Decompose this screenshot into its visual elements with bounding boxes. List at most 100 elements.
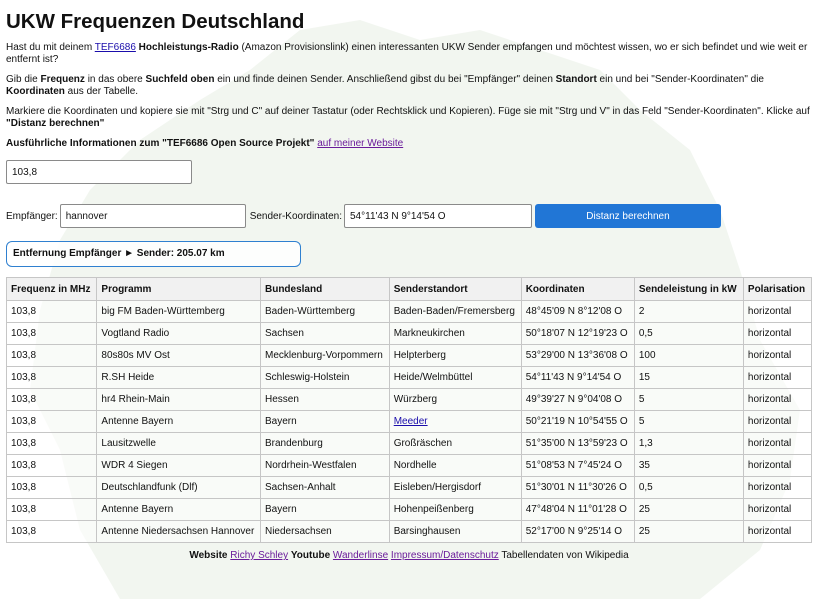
table-cell: horizontal <box>742 432 813 455</box>
table-cell: 50°18'07 N 12°19'23 O <box>520 322 635 345</box>
calculate-distance-button[interactable]: Distanz berechnen <box>535 204 721 228</box>
table-header-row: Frequenz in MHz Programm Bundesland Senders… <box>5 277 813 301</box>
table-cell: horizontal <box>742 388 813 411</box>
table-cell: 5 <box>633 388 744 411</box>
table-row: 103,8 Deutschlandfunk (Dlf) Sachsen-Anhalt… <box>5 476 813 499</box>
intro2-text: ein und finde deinen Sender. Anschließen… <box>214 74 556 85</box>
table-cell: 103,8 <box>5 366 98 389</box>
table-cell: 54°11'43 N 9°14'54 O <box>520 366 635 389</box>
distance-result: Entfernung Empfänger ► Sender: 205.07 km <box>6 241 301 267</box>
table-cell: big FM Baden-Württemberg <box>96 300 261 323</box>
column-header: Sendeleistung in kW <box>633 277 744 301</box>
table-row: 103,8 WDR 4 Siegen Nordrhein-Westfalen Nord… <box>5 454 813 477</box>
table-cell: 0,5 <box>633 476 744 499</box>
intro2-text: aus der Tabelle. <box>64 86 139 97</box>
column-header: Senderstandort <box>388 277 522 301</box>
intro2-bold: Standort <box>555 74 597 85</box>
table-cell: horizontal <box>742 366 813 389</box>
coords-label: Sender-Koordinaten: <box>249 210 342 222</box>
intro3-bold: "Distanz berechnen" <box>6 118 105 129</box>
table-cell: 100 <box>633 344 744 367</box>
table-cell: Niedersachsen <box>259 520 390 543</box>
table-cell: Hohenpeißenberg <box>388 498 522 521</box>
table-row: 103,8 hr4 Rhein-Main Hessen Würzberg 49°39'2… <box>5 388 813 411</box>
table-cell: Meeder <box>388 410 522 433</box>
table-cell: horizontal <box>742 300 813 323</box>
intro3-text: Markiere die Koordinaten und kopiere sie… <box>6 106 810 117</box>
table-cell: 15 <box>633 366 744 389</box>
website-link[interactable]: auf meiner Website <box>317 138 403 149</box>
table-cell: 25 <box>633 520 744 543</box>
table-cell: Würzberg <box>388 388 522 411</box>
table-cell: WDR 4 Siegen <box>96 454 261 477</box>
intro2-bold: Suchfeld oben <box>145 74 215 85</box>
location-link[interactable]: Meeder <box>394 416 428 427</box>
info-paragraph: Ausführliche Informationen zum "TEF6686 … <box>6 138 812 150</box>
table-cell: 103,8 <box>5 454 98 477</box>
footer-youtube-label: Youtube <box>290 550 331 561</box>
column-header: Bundesland <box>259 277 390 301</box>
table-cell: Sachsen-Anhalt <box>259 476 390 499</box>
table-cell: 0,5 <box>633 322 744 345</box>
table-cell: Mecklenburg-Vorpommern <box>259 344 390 367</box>
table-cell: 35 <box>633 454 744 477</box>
table-row: 103,8 Lausitzwelle Brandenburg Großräschen 5… <box>5 432 813 455</box>
footer: Website Richy Schley Youtube Wanderlinse… <box>6 550 812 561</box>
column-header: Frequenz in MHz <box>5 277 98 301</box>
table-cell: 47°48'04 N 11°01'28 O <box>520 498 635 521</box>
footer-youtube-link[interactable]: Wanderlinse <box>333 550 388 561</box>
table-cell: horizontal <box>742 322 813 345</box>
table-cell: 103,8 <box>5 322 98 345</box>
table-cell: 51°08'53 N 7°45'24 O <box>520 454 635 477</box>
receiver-input[interactable] <box>59 204 246 228</box>
table-cell: 49°39'27 N 9°04'08 O <box>520 388 635 411</box>
table-cell: Antenne Niedersachsen Hannover <box>96 520 261 543</box>
table-cell: 50°21'19 N 10°54'55 O <box>520 410 635 433</box>
table-cell: Barsinghausen <box>388 520 522 543</box>
table-cell: 48°45'09 N 8°12'08 O <box>520 300 635 323</box>
table-cell: horizontal <box>742 498 813 521</box>
table-cell: Nordrhein-Westfalen <box>259 454 390 477</box>
table-row: 103,8 Antenne Bayern Bayern Meeder 50°21'19 … <box>5 410 813 433</box>
table-cell: Großräschen <box>388 432 522 455</box>
table-cell: horizontal <box>742 520 813 543</box>
frequency-search-input[interactable] <box>6 160 192 184</box>
table-cell: Hessen <box>259 388 390 411</box>
column-header: Polarisation <box>742 277 813 301</box>
table-cell: R.SH Heide <box>96 366 261 389</box>
table-row: 103,8 Antenne Niedersachsen Hannover Niede… <box>5 520 813 543</box>
table-cell: 103,8 <box>5 432 98 455</box>
table-cell: Sachsen <box>259 322 390 345</box>
table-cell: 5 <box>633 410 744 433</box>
intro2-bold: Koordinaten <box>6 86 65 97</box>
table-row: 103,8 R.SH Heide Schleswig-Holstein Heide/W… <box>5 366 813 389</box>
intro-paragraph-1: Hast du mit deinem TEF6686 Hochleistungs… <box>6 42 812 66</box>
table-cell: horizontal <box>742 454 813 477</box>
table-cell: Bayern <box>259 410 390 433</box>
table-cell: Schleswig-Holstein <box>259 366 390 389</box>
footer-impressum-link[interactable]: Impressum/Datenschutz <box>391 550 499 561</box>
table-cell: 103,8 <box>5 520 98 543</box>
intro2-bold: Frequenz <box>40 74 85 85</box>
intro2-text: in das obere <box>84 74 146 85</box>
table-cell: 103,8 <box>5 388 98 411</box>
footer-website-link[interactable]: Richy Schley <box>230 550 288 561</box>
table-row: 103,8 big FM Baden-Württemberg Baden-Württ… <box>5 300 813 323</box>
table-cell: 103,8 <box>5 344 98 367</box>
intro1-bold: Hochleistungs-Radio <box>138 42 239 53</box>
table-cell: 52°17'00 N 9°25'14 O <box>520 520 635 543</box>
table-cell: Eisleben/Hergisdorf <box>388 476 522 499</box>
sender-coords-input[interactable] <box>344 204 532 228</box>
intro-paragraph-2: Gib die Frequenz in das obere Suchfeld o… <box>6 74 812 98</box>
table-cell: hr4 Rhein-Main <box>96 388 261 411</box>
table-cell: Brandenburg <box>259 432 390 455</box>
table-cell: Helpterberg <box>388 344 522 367</box>
frequency-table: Frequenz in MHz Programm Bundesland Senders… <box>5 277 813 543</box>
table-cell: 51°30'01 N 11°30'26 O <box>520 476 635 499</box>
table-cell: Markneukirchen <box>388 322 522 345</box>
column-header: Programm <box>96 277 261 301</box>
table-cell: Vogtland Radio <box>96 322 261 345</box>
table-cell: 103,8 <box>5 476 98 499</box>
tef6686-link[interactable]: TEF6686 <box>95 42 136 53</box>
column-header: Koordinaten <box>520 277 635 301</box>
